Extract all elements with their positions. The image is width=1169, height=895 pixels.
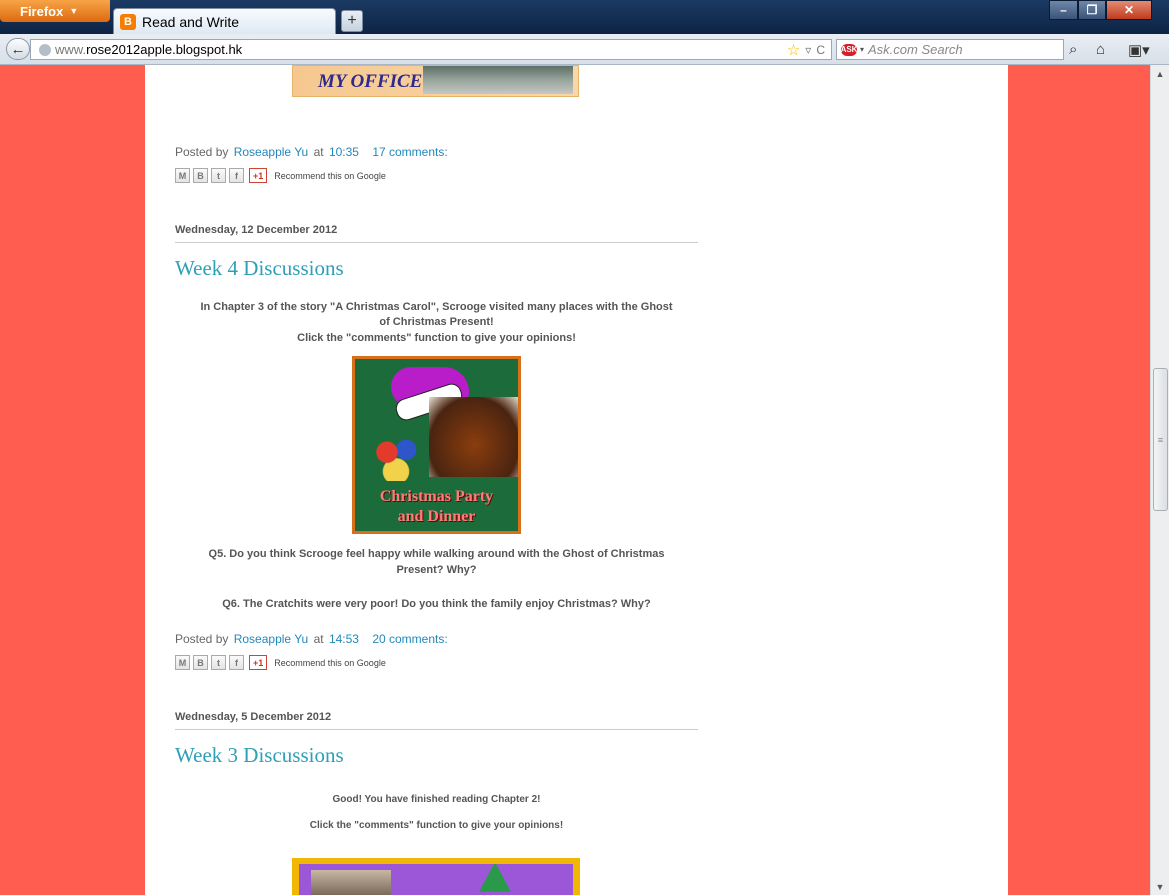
url-prefix: www. <box>55 42 87 57</box>
new-tab-button[interactable]: + <box>341 10 363 32</box>
back-button[interactable]: ← <box>6 38 30 60</box>
blogthis-share-icon[interactable]: B <box>193 655 208 670</box>
week3-image-inner <box>299 864 573 895</box>
ask-logo-icon: ASK <box>840 43 858 56</box>
image-caption-line: and Dinner <box>397 508 476 525</box>
address-bar[interactable]: www. rose2012apple.blogspot.hk ☆ ▿ C <box>30 39 832 60</box>
recommend-google-text: Recommend this on Google <box>274 657 386 668</box>
post-time-link[interactable]: 10:35 <box>329 145 359 159</box>
firefox-menu-button[interactable]: Firefox ▼ <box>0 0 110 22</box>
blogger-icon: B <box>120 13 136 30</box>
search-bar[interactable]: ASK ▾ Ask.com Search <box>836 39 1064 60</box>
image-caption-line: Christmas Party <box>379 488 494 505</box>
date-header: Wednesday, 5 December 2012 <box>175 711 698 730</box>
scroll-down-arrow-icon[interactable]: ▼ <box>1151 878 1169 895</box>
navigation-toolbar: ← www. rose2012apple.blogspot.hk ☆ ▿ C A… <box>0 34 1169 65</box>
office-photo <box>423 66 573 94</box>
image-caption: Christmas Party and Dinner <box>355 487 518 527</box>
twitter-share-icon[interactable]: t <box>211 655 226 670</box>
search-icon[interactable]: ⌕ <box>1069 41 1077 58</box>
search-placeholder: Ask.com Search <box>868 42 963 57</box>
plus-one-label: +1 <box>253 657 264 668</box>
chevron-down-icon: ▼ <box>69 6 79 16</box>
children-clipart <box>369 433 429 481</box>
christmas-party-image[interactable]: Christmas Party and Dinner <box>352 356 521 534</box>
share-buttons: M B t f +1 Recommend this on Google <box>175 168 386 183</box>
email-share-icon[interactable]: M <box>175 655 190 670</box>
window-titlebar: Firefox ▼ B Read and Write + – ❐ ✕ <box>0 0 1169 34</box>
at-label: at <box>313 145 324 159</box>
post-body-text: Good! You have finished reading Chapter … <box>332 794 541 805</box>
week3-image[interactable] <box>292 858 580 895</box>
at-label: at <box>313 632 324 646</box>
date-header: Wednesday, 12 December 2012 <box>175 224 698 243</box>
bookmarks-menu-icon[interactable]: ▣▾ <box>1128 41 1150 59</box>
post-body-text: Click the "comments" function to give yo… <box>297 332 576 344</box>
posted-by-label: Posted by <box>175 145 229 159</box>
question-q5-cont: Present? Why? <box>396 564 477 576</box>
comments-link[interactable]: 20 comments: <box>372 632 447 646</box>
twitter-share-icon[interactable]: t <box>211 168 226 183</box>
tree-clipart <box>479 864 511 892</box>
scrollbar-thumb[interactable]: ≡ <box>1153 368 1168 511</box>
post-footer: Posted by Roseapple Yu at 10:35 17 comme… <box>175 145 450 159</box>
vertical-scrollbar[interactable]: ▲ ≡ ▼ <box>1150 65 1169 895</box>
post-title-link[interactable]: Week 4 Discussions <box>175 256 344 281</box>
question-q6: Q6. The Cratchits were very poor! Do you… <box>222 598 651 610</box>
my-office-label: MY OFFICE <box>318 71 423 92</box>
google-plus-one-button[interactable]: +1 <box>249 655 268 670</box>
post-time-link[interactable]: 14:53 <box>329 632 359 646</box>
google-plus-one-button[interactable]: +1 <box>249 168 268 183</box>
page-viewport: MY OFFICE Posted by Roseapple Yu at 10:3… <box>0 65 1150 895</box>
minimize-button[interactable]: – <box>1049 0 1078 20</box>
blog-main-column: MY OFFICE Posted by Roseapple Yu at 10:3… <box>145 65 1008 895</box>
chevron-down-icon[interactable]: ▾ <box>860 45 864 54</box>
post-body-text: Click the "comments" function to give yo… <box>309 820 564 831</box>
tab-read-and-write[interactable]: B Read and Write <box>113 8 336 34</box>
post-title-link[interactable]: Week 3 Discussions <box>175 743 344 768</box>
share-buttons: M B t f +1 Recommend this on Google <box>175 655 386 670</box>
reload-icon[interactable]: C <box>816 43 825 57</box>
globe-icon <box>39 43 51 56</box>
comments-link[interactable]: 17 comments: <box>372 145 447 159</box>
close-window-button[interactable]: ✕ <box>1106 0 1152 20</box>
bookmark-star-icon[interactable]: ☆ <box>787 41 800 59</box>
plus-icon: + <box>347 12 357 29</box>
author-link[interactable]: Roseapple Yu <box>234 145 309 159</box>
blogthis-share-icon[interactable]: B <box>193 168 208 183</box>
scroll-up-arrow-icon[interactable]: ▲ <box>1151 65 1169 82</box>
minimize-icon: – <box>1060 3 1067 17</box>
week3-photo <box>311 870 391 895</box>
post-body-text: In Chapter 3 of the story "A Christmas C… <box>200 301 673 313</box>
close-icon: ✕ <box>1123 3 1135 17</box>
roast-dinner-photo <box>429 397 518 477</box>
plus-one-label: +1 <box>253 170 264 181</box>
my-office-image: MY OFFICE <box>292 65 579 97</box>
posted-by-label: Posted by <box>175 632 229 646</box>
home-icon[interactable]: ⌂ <box>1096 41 1105 58</box>
recommend-google-text: Recommend this on Google <box>274 170 386 181</box>
email-share-icon[interactable]: M <box>175 168 190 183</box>
maximize-button[interactable]: ❐ <box>1078 0 1106 20</box>
tab-title: Read and Write <box>142 13 240 30</box>
dropdown-arrow-icon[interactable]: ▿ <box>805 43 811 57</box>
post-footer: Posted by Roseapple Yu at 14:53 20 comme… <box>175 632 450 646</box>
facebook-share-icon[interactable]: f <box>229 655 244 670</box>
restore-icon: ❐ <box>1086 3 1098 17</box>
facebook-share-icon[interactable]: f <box>229 168 244 183</box>
back-arrow-icon: ← <box>10 40 26 58</box>
url-host: rose2012apple.blogspot.hk <box>86 42 243 57</box>
firefox-menu-label: Firefox <box>20 3 64 19</box>
post-body-text: of Christmas Present! <box>379 316 494 328</box>
author-link[interactable]: Roseapple Yu <box>234 632 309 646</box>
question-q5: Q5. Do you think Scrooge feel happy whil… <box>208 548 665 560</box>
